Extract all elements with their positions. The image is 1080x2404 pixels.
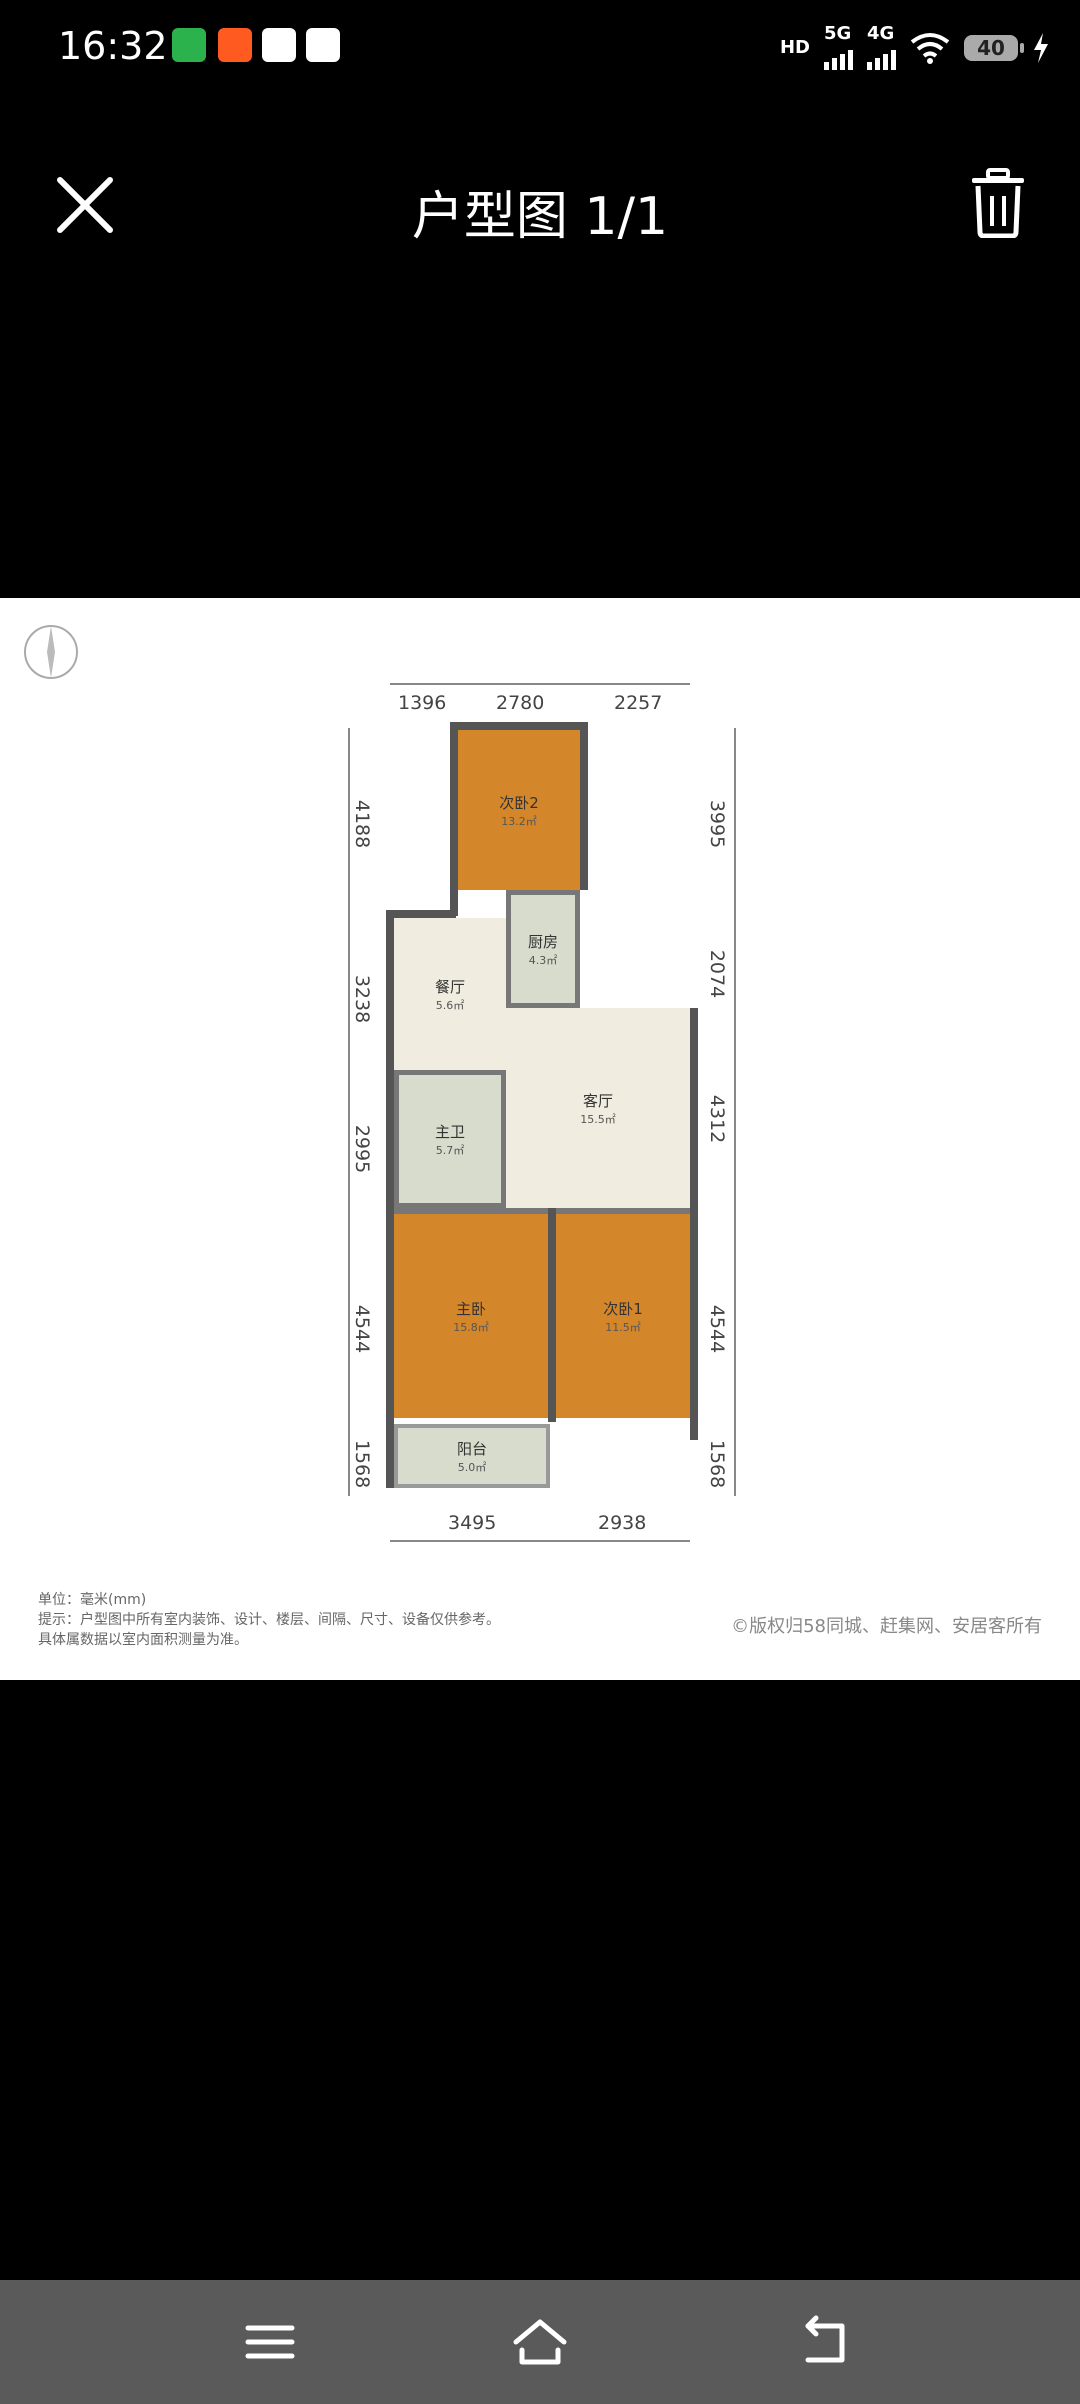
dim-right-3: 4312 xyxy=(706,1094,729,1144)
floor-plan-image[interactable]: 1396 2780 2257 4188 3238 2995 4544 1568 … xyxy=(0,598,1080,1680)
room-name: 厨房 xyxy=(527,932,558,951)
room-master-bedroom: 主卧 15.8㎡ xyxy=(394,1208,548,1418)
dim-bottom-2: 2938 xyxy=(598,1512,647,1534)
wall xyxy=(690,1008,698,1440)
copyright-text: ©版权归58同城、赶集网、安居客所有 xyxy=(731,1616,1042,1637)
room-name: 次卧1 xyxy=(603,1299,643,1318)
room-area: 4.3㎡ xyxy=(528,953,558,967)
signal-5g-icon xyxy=(824,42,853,70)
back-icon[interactable] xyxy=(796,2314,856,2370)
room-name: 阳台 xyxy=(456,1439,487,1458)
dim-right-1: 3995 xyxy=(706,799,729,849)
dim-left-5: 1568 xyxy=(351,1439,374,1489)
compass-icon xyxy=(24,625,78,679)
dim-left-4: 4544 xyxy=(351,1304,374,1354)
system-nav-bar xyxy=(0,2280,1080,2404)
room-bedroom-1: 次卧1 11.5㎡ xyxy=(556,1208,690,1418)
dim-bottom-1: 3495 xyxy=(448,1512,497,1534)
dim-left-3: 2995 xyxy=(351,1124,374,1174)
room-bedroom-2: 次卧2 13.2㎡ xyxy=(458,730,580,890)
video-app-icon xyxy=(172,28,206,62)
hd-indicator: HD xyxy=(779,37,810,58)
note-line: 单位：毫米(mm) xyxy=(38,1592,147,1608)
note-line: 具体属数据以室内面积测量为准。 xyxy=(38,1632,248,1648)
wall xyxy=(450,722,588,730)
wall xyxy=(386,910,394,1488)
clock: 16:32 xyxy=(58,24,168,68)
status-bar: 16:32 HD 5G 4G 40 xyxy=(0,0,1080,100)
left-dimension-line xyxy=(348,728,350,1496)
home-icon[interactable] xyxy=(510,2314,570,2370)
room-area: 15.5㎡ xyxy=(580,1112,616,1126)
note-line: 提示：户型图中所有室内装饰、设计、楼层、间隔、尺寸、设备仅供参考。 xyxy=(38,1612,500,1628)
dim-left-1: 4188 xyxy=(351,799,374,849)
signal-4g-icon xyxy=(867,42,896,70)
page-title: 户型图 1/1 xyxy=(411,187,669,247)
dim-top-2: 2780 xyxy=(496,692,545,714)
battery-level: 40 xyxy=(977,36,1005,60)
room-area: 5.7㎡ xyxy=(435,1143,465,1157)
room-name: 主卧 xyxy=(455,1299,486,1318)
dim-top-1: 1396 xyxy=(398,692,447,714)
dim-right-5: 1568 xyxy=(706,1439,729,1489)
room-dining: 餐厅 5.6㎡ xyxy=(394,918,506,1070)
room-bathroom: 主卫 5.7㎡ xyxy=(394,1070,506,1208)
room-area: 5.0㎡ xyxy=(457,1460,487,1474)
menu-icon[interactable] xyxy=(240,2314,300,2370)
wall xyxy=(548,1208,556,1422)
room-name: 次卧2 xyxy=(499,793,539,812)
room-name: 餐厅 xyxy=(434,977,465,996)
room-name: 客厅 xyxy=(582,1091,613,1110)
floor-plan-notes: 单位：毫米(mm) 提示：户型图中所有室内装饰、设计、楼层、间隔、尺寸、设备仅供… xyxy=(38,1590,500,1650)
room-area: 15.8㎡ xyxy=(453,1320,489,1334)
wifi-icon xyxy=(910,33,950,64)
room-area: 11.5㎡ xyxy=(605,1320,641,1334)
charging-icon xyxy=(1034,33,1048,63)
music-app-icon xyxy=(218,28,252,62)
dim-left-2: 3238 xyxy=(351,974,374,1024)
room-name: 主卫 xyxy=(434,1122,465,1141)
trash-icon[interactable] xyxy=(968,168,1028,238)
wall xyxy=(386,910,456,918)
top-dimension-line xyxy=(390,683,690,685)
dim-right-4: 4544 xyxy=(706,1304,729,1354)
network-4g-label: 4G xyxy=(867,23,895,44)
bottom-dimension-line xyxy=(390,1540,690,1542)
tiktok-icon xyxy=(262,28,296,62)
room-area: 13.2㎡ xyxy=(501,814,537,828)
right-dimension-line xyxy=(734,728,736,1496)
viewer-header: 户型图 1/1 xyxy=(0,150,1080,260)
network-5g-label: 5G xyxy=(824,23,852,44)
room-kitchen: 厨房 4.3㎡ xyxy=(506,890,580,1008)
wall xyxy=(450,722,458,916)
room-area: 5.6㎡ xyxy=(435,998,465,1012)
baidu-icon xyxy=(306,28,340,62)
room-balcony: 阳台 5.0㎡ xyxy=(394,1424,550,1488)
dim-top-3: 2257 xyxy=(614,692,663,714)
battery-icon: 40 xyxy=(964,35,1024,61)
system-indicators: HD 5G 4G 40 xyxy=(779,23,1050,70)
room-living: 客厅 15.5㎡ xyxy=(506,1008,690,1208)
dim-right-2: 2074 xyxy=(706,949,729,999)
wall xyxy=(580,722,588,890)
